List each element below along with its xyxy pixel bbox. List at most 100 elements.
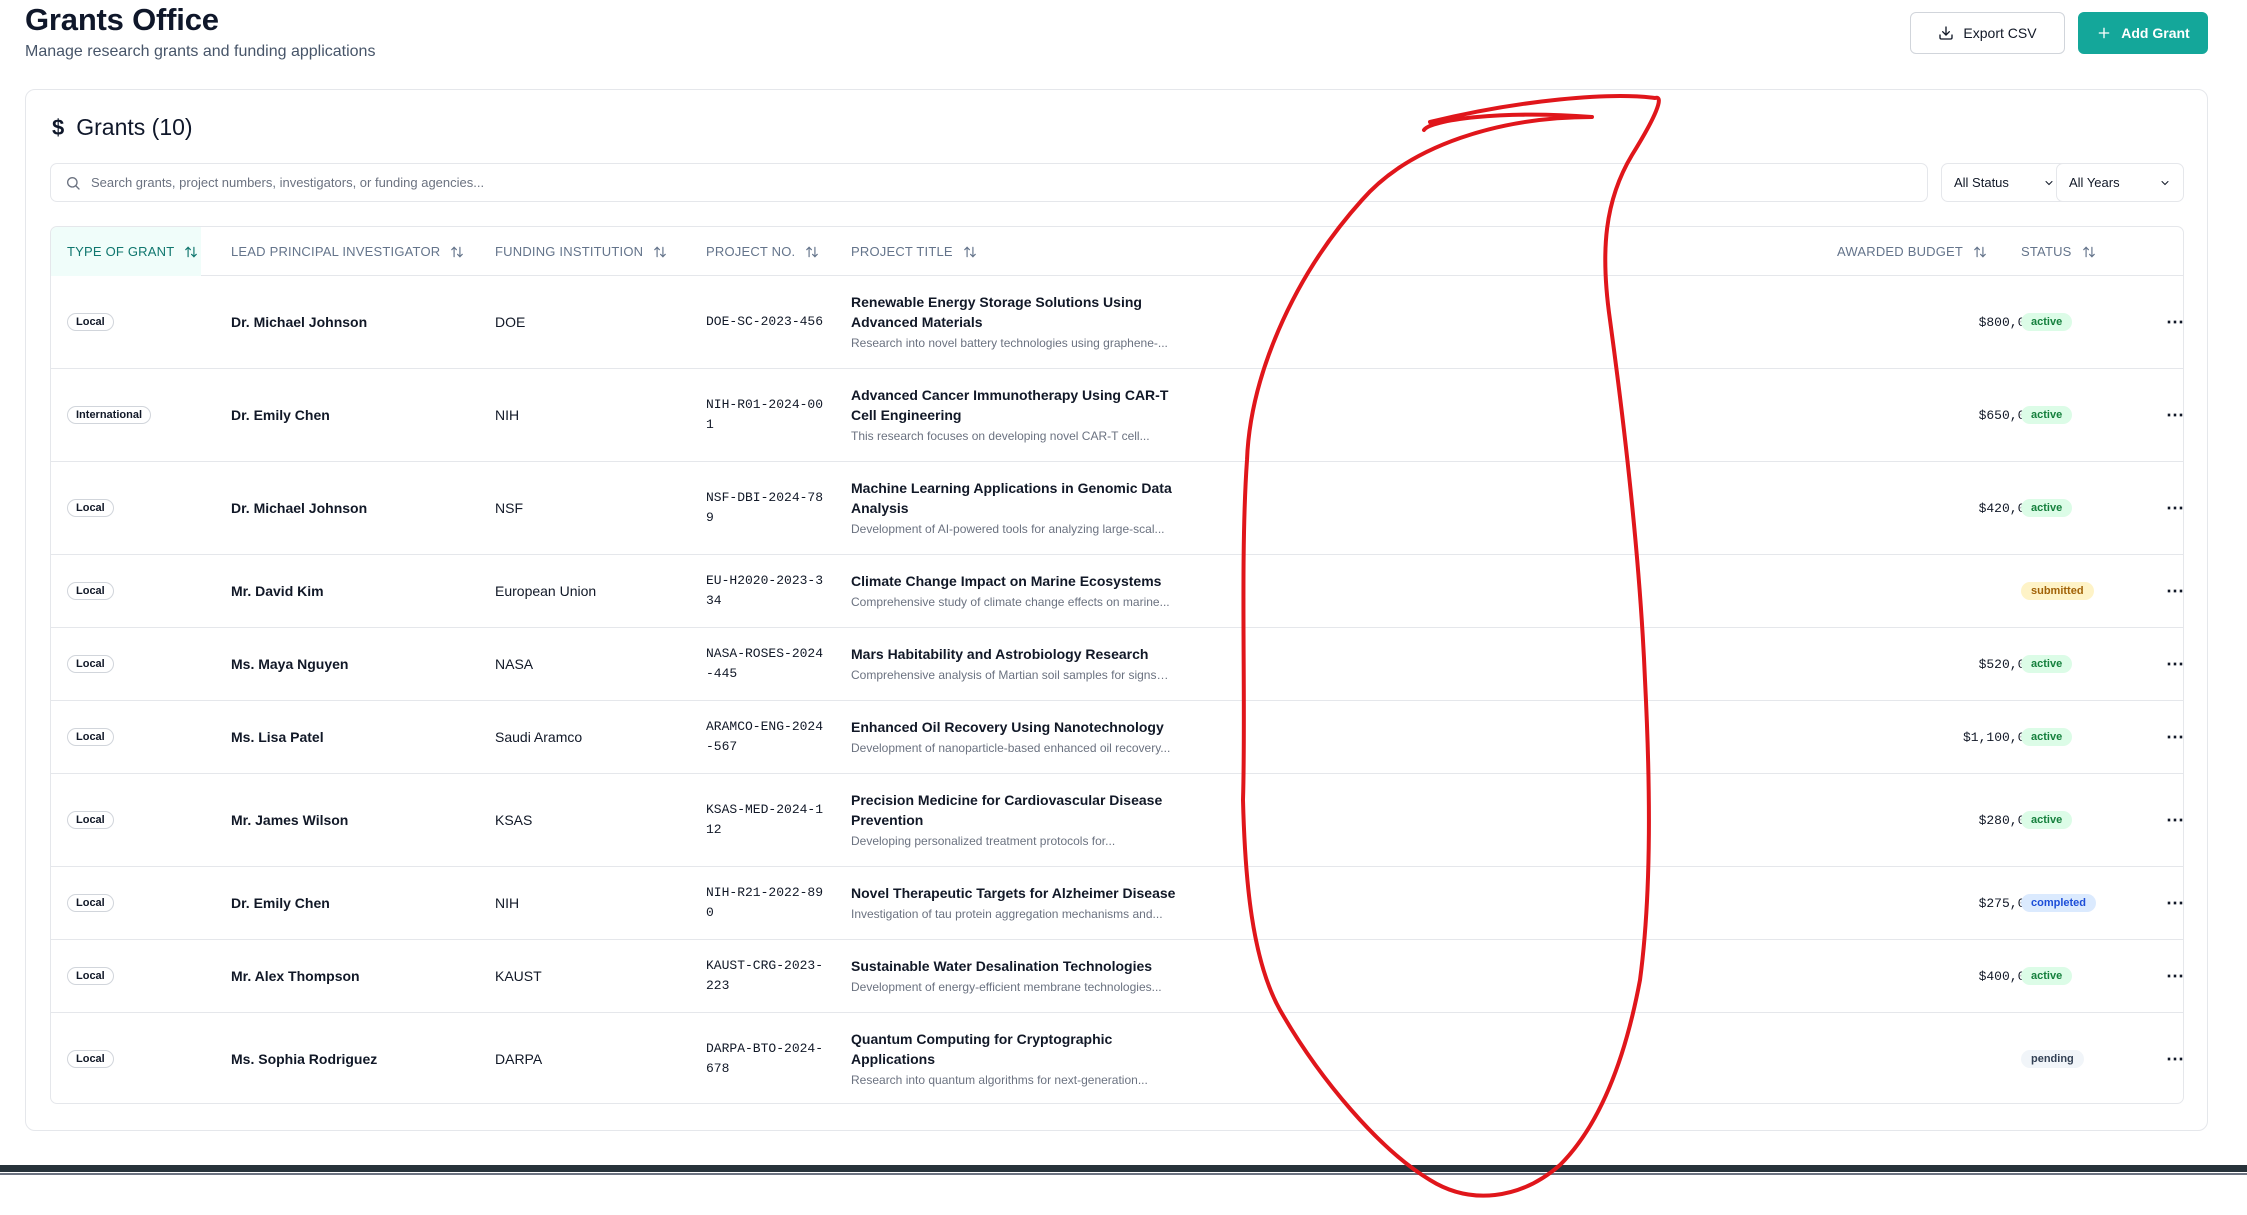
project-title-cell: Enhanced Oil Recovery Using Nanotechnolo… bbox=[851, 701, 1191, 773]
status-badge: active bbox=[2021, 406, 2073, 424]
more-horizontal-icon[interactable]: ⋯ bbox=[2166, 727, 2183, 748]
column-label: AWARDED BUDGET bbox=[1837, 244, 1964, 259]
row-actions-cell: ⋯ bbox=[2166, 276, 2183, 368]
project-title-cell: Novel Therapeutic Targets for Alzheimer … bbox=[851, 867, 1191, 939]
status-filter-select[interactable]: All Status bbox=[1941, 163, 2068, 202]
status-badge: active bbox=[2021, 499, 2073, 517]
project-description: Development of energy-efficient membrane… bbox=[851, 980, 1162, 994]
project-title-cell: Climate Change Impact on Marine Ecosyste… bbox=[851, 555, 1191, 627]
row-actions-cell: ⋯ bbox=[2166, 628, 2183, 700]
card-title: $ Grants (10) bbox=[52, 114, 193, 141]
row-actions-cell: ⋯ bbox=[2166, 1013, 2183, 1103]
project-title: Precision Medicine for Cardiovascular Di… bbox=[851, 792, 1163, 828]
project-no-cell: NASA-ROSES-2024-445 bbox=[706, 628, 826, 700]
table-row[interactable]: Local Dr. Michael Johnson NSF NSF-DBI-20… bbox=[51, 462, 2183, 555]
type-cell: Local bbox=[67, 276, 114, 368]
column-funding-institution[interactable]: FUNDING INSTITUTION bbox=[495, 227, 667, 276]
row-actions-cell: ⋯ bbox=[2166, 701, 2183, 773]
project-no-cell: KSAS-MED-2024-112 bbox=[706, 774, 826, 866]
add-grant-button[interactable]: Add Grant bbox=[2078, 12, 2208, 54]
grant-type-badge: Local bbox=[67, 811, 114, 829]
column-lead-pi[interactable]: LEAD PRINCIPAL INVESTIGATOR bbox=[231, 227, 464, 276]
column-label: PROJECT NO. bbox=[706, 244, 796, 259]
funding-institution-cell: DARPA bbox=[495, 1051, 543, 1067]
row-actions-cell: ⋯ bbox=[2166, 462, 2183, 554]
project-title: Mars Habitability and Astrobiology Resea… bbox=[851, 646, 1149, 662]
project-no-cell: DARPA-BTO-2024-678 bbox=[706, 1013, 826, 1103]
more-horizontal-icon[interactable]: ⋯ bbox=[2166, 312, 2183, 333]
sort-icon bbox=[1974, 246, 1986, 257]
search-input[interactable] bbox=[91, 175, 1891, 190]
table-row[interactable]: Local Ms. Maya Nguyen NASA NASA-ROSES-20… bbox=[51, 628, 2183, 701]
more-horizontal-icon[interactable]: ⋯ bbox=[2166, 893, 2183, 914]
type-cell: Local bbox=[67, 1013, 114, 1103]
column-project-title[interactable]: PROJECT TITLE bbox=[851, 227, 977, 276]
grant-type-badge: International bbox=[67, 406, 152, 424]
year-filter-select[interactable]: All Years bbox=[2056, 163, 2184, 202]
table-row[interactable]: International Dr. Emily Chen NIH NIH-R01… bbox=[51, 369, 2183, 462]
type-cell: Local bbox=[67, 462, 114, 554]
table-row[interactable]: Local Mr. James Wilson KSAS KSAS-MED-202… bbox=[51, 774, 2183, 867]
funding-institution-cell: DOE bbox=[495, 314, 526, 330]
year-filter-value: All Years bbox=[2069, 175, 2120, 190]
column-label: PROJECT TITLE bbox=[851, 244, 953, 259]
lead-pi-cell: Mr. Alex Thompson bbox=[231, 968, 360, 984]
grant-type-badge: Local bbox=[67, 728, 114, 746]
status-cell: submitted bbox=[2021, 555, 2094, 627]
status-badge: active bbox=[2021, 811, 2073, 829]
page-header: Grants Office Manage research grants and… bbox=[25, 0, 2208, 80]
table-row[interactable]: Local Ms. Sophia Rodriguez DARPA DARPA-B… bbox=[51, 1013, 2183, 1103]
type-cell: Local bbox=[67, 774, 114, 866]
status-cell: active bbox=[2021, 276, 2073, 368]
more-horizontal-icon[interactable]: ⋯ bbox=[2166, 654, 2183, 675]
grants-card: $ Grants (10) All Status All Years TYPE … bbox=[25, 89, 2208, 1131]
funding-institution-cell: NIH bbox=[495, 407, 520, 423]
page-subtitle: Manage research grants and funding appli… bbox=[25, 43, 376, 60]
funding-institution-cell: NASA bbox=[495, 656, 534, 672]
project-description: Investigation of tau protein aggregation… bbox=[851, 907, 1163, 921]
lead-pi-cell: Dr. Emily Chen bbox=[231, 895, 330, 911]
project-title-cell: Advanced Cancer Immunotherapy Using CAR-… bbox=[851, 369, 1191, 461]
table-row[interactable]: Local Ms. Lisa Patel Saudi Aramco ARAMCO… bbox=[51, 701, 2183, 774]
export-csv-button[interactable]: Export CSV bbox=[1910, 12, 2065, 54]
project-no-cell: DOE-SC-2023-456 bbox=[706, 276, 826, 368]
sort-icon bbox=[2082, 246, 2095, 257]
lead-pi-cell: Mr. David Kim bbox=[231, 583, 324, 599]
more-horizontal-icon[interactable]: ⋯ bbox=[2166, 810, 2183, 831]
column-project-no[interactable]: PROJECT NO. bbox=[706, 227, 819, 276]
lead-pi-cell: Dr. Michael Johnson bbox=[231, 314, 368, 330]
column-status[interactable]: STATUS bbox=[2021, 227, 2096, 276]
grant-type-badge: Local bbox=[67, 499, 114, 517]
more-horizontal-icon[interactable]: ⋯ bbox=[2166, 1049, 2183, 1070]
project-number: NIH-R21-2022-890 bbox=[706, 885, 824, 920]
column-label: TYPE OF GRANT bbox=[67, 244, 175, 259]
column-awarded-budget[interactable]: AWARDED BUDGET bbox=[1837, 227, 1987, 276]
project-title: Enhanced Oil Recovery Using Nanotechnolo… bbox=[851, 719, 1164, 735]
more-horizontal-icon[interactable]: ⋯ bbox=[2166, 581, 2183, 602]
table-row[interactable]: Local Dr. Michael Johnson DOE DOE-SC-202… bbox=[51, 276, 2183, 369]
project-title: Renewable Energy Storage Solutions Using… bbox=[851, 294, 1142, 330]
search-icon bbox=[67, 176, 80, 190]
more-horizontal-icon[interactable]: ⋯ bbox=[2166, 498, 2183, 519]
dollar-icon: $ bbox=[52, 114, 65, 140]
project-title-cell: Machine Learning Applications in Genomic… bbox=[851, 462, 1191, 554]
project-title: Quantum Computing for Cryptographic Appl… bbox=[851, 1031, 1113, 1067]
chevron-down-icon bbox=[2045, 180, 2053, 185]
project-description: Development of AI-powered tools for anal… bbox=[851, 522, 1165, 536]
project-title-cell: Sustainable Water Desalination Technolog… bbox=[851, 940, 1191, 1012]
table-row[interactable]: Local Mr. David Kim European Union EU-H2… bbox=[51, 555, 2183, 628]
row-actions-cell: ⋯ bbox=[2166, 369, 2183, 461]
more-horizontal-icon[interactable]: ⋯ bbox=[2166, 966, 2183, 987]
more-horizontal-icon[interactable]: ⋯ bbox=[2166, 405, 2183, 426]
funding-institution-cell: NIH bbox=[495, 895, 520, 911]
column-label: STATUS bbox=[2021, 244, 2072, 259]
table-row[interactable]: Local Dr. Emily Chen NIH NIH-R21-2022-89… bbox=[51, 867, 2183, 940]
column-type-of-grant[interactable]: TYPE OF GRANT bbox=[51, 227, 201, 276]
status-filter-value: All Status bbox=[1954, 175, 2009, 190]
project-no-cell: NSF-DBI-2024-789 bbox=[706, 462, 826, 554]
project-title: Novel Therapeutic Targets for Alzheimer … bbox=[851, 885, 1176, 901]
plus-icon bbox=[2098, 27, 2110, 39]
table-row[interactable]: Local Mr. Alex Thompson KAUST KAUST-CRG-… bbox=[51, 940, 2183, 1013]
funding-institution-cell: Saudi Aramco bbox=[495, 729, 583, 745]
status-cell: active bbox=[2021, 462, 2073, 554]
